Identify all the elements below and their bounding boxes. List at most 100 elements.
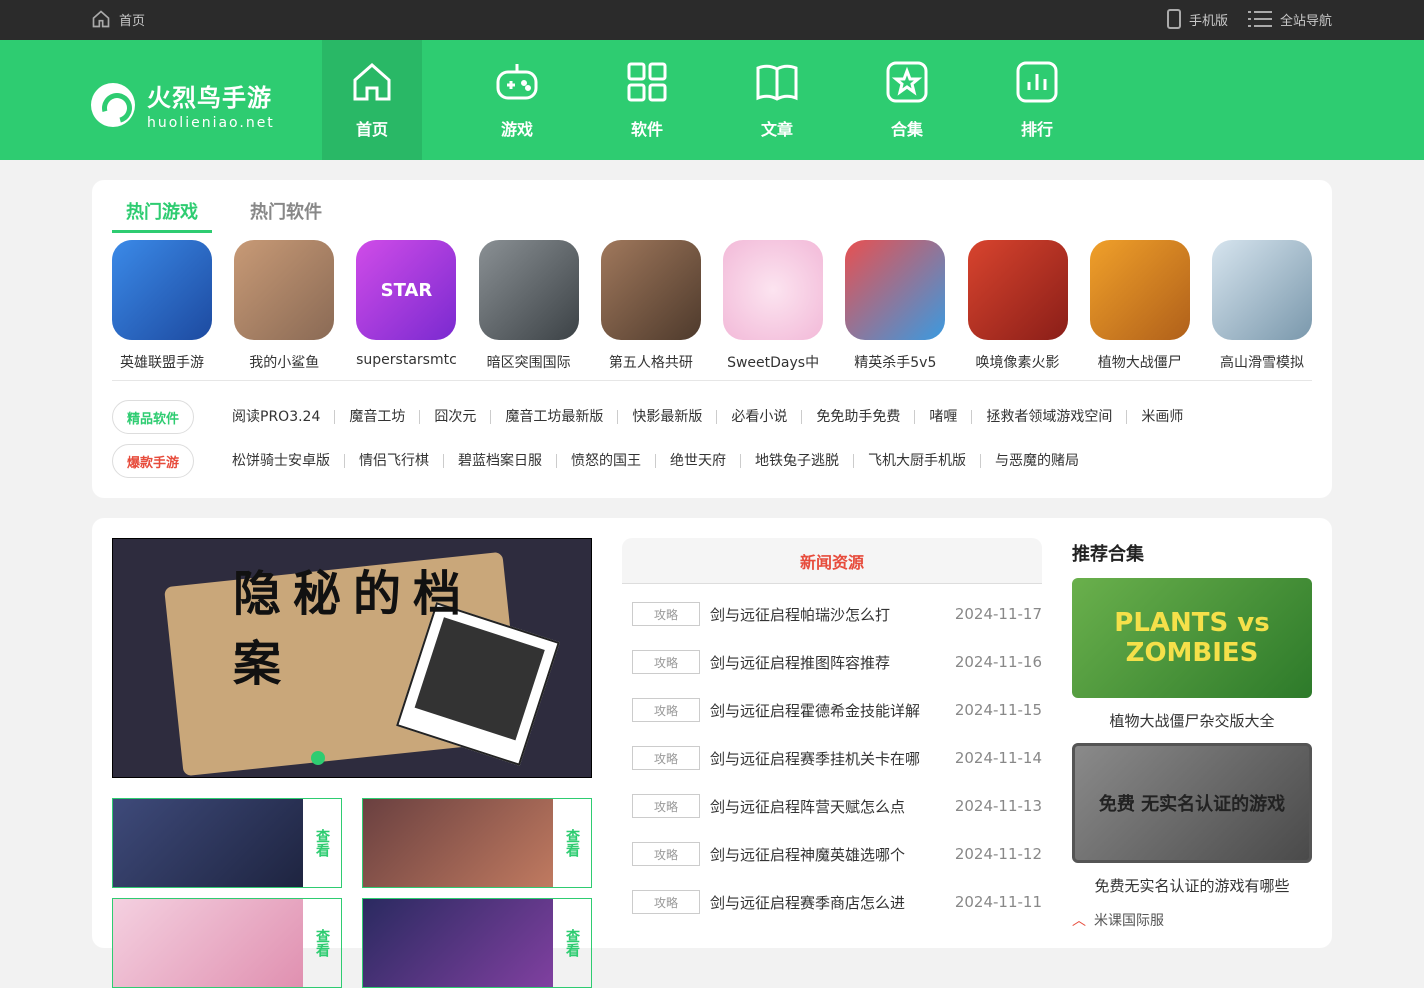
game-icon: [1211, 240, 1312, 340]
news-item[interactable]: 攻略 剑与远征启程霍德希金技能详解 2024-11-15: [622, 686, 1042, 734]
news-item[interactable]: 攻略 剑与远征启程推图阵容推荐 2024-11-16: [622, 638, 1042, 686]
collection-image[interactable]: 免费 无实名认证的游戏: [1072, 743, 1312, 863]
news-title-link[interactable]: 剑与远征启程赛季挂机关卡在哪: [710, 748, 955, 769]
tag-label: 精品软件: [112, 400, 194, 434]
quick-link[interactable]: 阅读PRO3.24: [218, 410, 336, 424]
tag-row-games: 爆款手游 松饼骑士安卓版 情侣飞行棋 碧蓝档案日服 愤怒的国王 绝世天府 地铁兔…: [112, 444, 1093, 478]
nav-label: 软件: [630, 120, 663, 139]
divider: [112, 380, 1312, 381]
nav-collections[interactable]: 合集: [842, 40, 972, 160]
quick-link[interactable]: 米画师: [1127, 410, 1197, 424]
hot-section: 热门游戏 热门软件 英雄联盟手游 我的小鲨鱼 STAR superstarsmtc…: [92, 180, 1332, 498]
news-title-link[interactable]: 剑与远征启程霍德希金技能详解: [710, 700, 955, 721]
category-badge: 攻略: [632, 890, 700, 914]
news-title-link[interactable]: 剑与远征启程阵营天赋怎么点: [710, 796, 955, 817]
nav-software[interactable]: 软件: [582, 40, 712, 160]
game-item[interactable]: 高山滑雪模拟: [1211, 240, 1312, 372]
game-item[interactable]: 第五人格共研: [600, 240, 701, 372]
home-icon: [92, 10, 110, 28]
quick-link[interactable]: 啫喱: [915, 410, 973, 424]
quick-link[interactable]: 魔音工坊最新版: [491, 410, 619, 424]
game-item[interactable]: STAR superstarsmtc: [356, 240, 457, 372]
featured-banner[interactable]: 隐秘的档案: [112, 538, 592, 778]
news-item[interactable]: 攻略 剑与远征启程帕瑞沙怎么打 2024-11-17: [622, 590, 1042, 638]
game-name: 植物大战僵尸: [1097, 355, 1182, 371]
thumb-card[interactable]: 查看: [112, 798, 342, 888]
game-item[interactable]: 精英杀手5v5: [845, 240, 946, 372]
quick-link[interactable]: 情侣飞行棋: [345, 454, 444, 468]
game-item[interactable]: 暗区突围国际: [478, 240, 579, 372]
quick-link[interactable]: 快影最新版: [618, 410, 718, 424]
quick-link[interactable]: 碧蓝档案日服: [444, 454, 557, 468]
news-date: 2024-11-13: [954, 797, 1042, 815]
nav-articles[interactable]: 文章: [712, 40, 842, 160]
quick-link[interactable]: 绝世天府: [656, 454, 741, 468]
game-list: 英雄联盟手游 我的小鲨鱼 STAR superstarsmtc 暗区突围国际 第五…: [112, 240, 1312, 372]
view-button[interactable]: 查看: [553, 899, 591, 987]
quick-link[interactable]: 与恶魔的赌局: [981, 454, 1093, 468]
quick-link[interactable]: 愤怒的国王: [557, 454, 656, 468]
quick-link[interactable]: 飞机大厨手机版: [854, 454, 981, 468]
nav-ranking[interactable]: 排行: [972, 40, 1102, 160]
quick-link[interactable]: 免免助手免费: [802, 410, 916, 424]
game-item[interactable]: 英雄联盟手游: [112, 240, 212, 372]
nav-label: 游戏: [500, 120, 533, 139]
tag-label: 爆款手游: [112, 444, 194, 478]
news-item[interactable]: 攻略 剑与远征启程赛季商店怎么进 2024-11-11: [622, 878, 1042, 926]
view-button[interactable]: 查看: [303, 899, 341, 987]
category-badge: 攻略: [632, 650, 700, 674]
collection-caption[interactable]: 植物大战僵尸杂交版大全: [1072, 710, 1312, 731]
site-logo[interactable]: 火烈鸟手游 huolieniao.net: [91, 78, 275, 131]
thumb-image: [363, 799, 553, 887]
game-item[interactable]: 植物大战僵尸: [1089, 240, 1190, 372]
quick-link[interactable]: 魔音工坊: [335, 410, 421, 424]
gamepad-icon: [496, 64, 538, 100]
news-date: 2024-11-17: [954, 605, 1042, 623]
thumb-card[interactable]: 查看: [362, 798, 592, 888]
thumb-card[interactable]: 查看: [112, 898, 342, 988]
tab-hot-software[interactable]: 热门软件: [236, 198, 336, 233]
sitenav-label: 全站导航: [1279, 13, 1332, 29]
nav-games[interactable]: 游戏: [452, 40, 582, 160]
news-title-link[interactable]: 剑与远征启程推图阵容推荐: [710, 652, 955, 673]
news-title-link[interactable]: 剑与远征启程神魔英雄选哪个: [710, 844, 955, 865]
recommend-panel: 推荐合集 PLANTS vs ZOMBIES 植物大战僵尸杂交版大全 免费 无实…: [1072, 540, 1312, 930]
tag-row-software: 精品软件 阅读PRO3.24 魔音工坊 囧次元 魔音工坊最新版 快影最新版 必看…: [112, 400, 1197, 434]
news-panel: 新闻资源 攻略 剑与远征启程帕瑞沙怎么打 2024-11-17 攻略 剑与远征启程推图…: [622, 538, 1042, 926]
quick-link[interactable]: 拯救者领域游戏空间: [972, 410, 1128, 424]
thumb-card[interactable]: 查看: [362, 898, 592, 988]
category-badge: 攻略: [632, 602, 700, 626]
nav-label: 合集: [890, 120, 923, 139]
menu-icon: [1247, 11, 1272, 27]
thumb-image: [113, 799, 303, 887]
view-button[interactable]: 查看: [303, 799, 341, 887]
quick-link[interactable]: 地铁兔子逃脱: [741, 454, 854, 468]
view-button[interactable]: 查看: [553, 799, 591, 887]
home-link[interactable]: 首页: [91, 9, 145, 29]
nav-label: 文章: [760, 120, 793, 139]
collection-caption[interactable]: 免费无实名认证的游戏有哪些: [1072, 875, 1312, 896]
news-item[interactable]: 攻略 剑与远征启程神魔英雄选哪个 2024-11-12: [622, 830, 1042, 878]
quick-link[interactable]: 松饼骑士安卓版: [218, 454, 345, 468]
news-title-link[interactable]: 剑与远征启程帕瑞沙怎么打: [710, 604, 955, 625]
thumb-image: [113, 899, 303, 987]
sitenav-link[interactable]: 全站导航: [1247, 9, 1332, 29]
quick-link[interactable]: 必看小说: [717, 410, 803, 424]
collection-image[interactable]: PLANTS vs ZOMBIES: [1072, 578, 1312, 698]
game-item[interactable]: SweetDays中: [723, 240, 824, 372]
news-item[interactable]: 攻略 剑与远征启程赛季挂机关卡在哪 2024-11-14: [622, 734, 1042, 782]
tab-hot-games[interactable]: 热门游戏: [112, 198, 212, 233]
mobile-label: 手机版: [1188, 13, 1228, 29]
game-name: 高山滑雪模拟: [1219, 355, 1304, 371]
game-name: 暗区突围国际: [486, 355, 571, 371]
news-item[interactable]: 攻略 剑与远征启程阵营天赋怎么点 2024-11-13: [622, 782, 1042, 830]
game-item[interactable]: 我的小鲨鱼: [234, 240, 335, 372]
game-item[interactable]: 唤境像素火影: [967, 240, 1068, 372]
carousel-dot[interactable]: [311, 751, 325, 765]
news-title-link[interactable]: 剑与远征启程赛季商店怎么进: [710, 892, 955, 913]
mobile-link[interactable]: 手机版: [1166, 9, 1228, 29]
quick-link[interactable]: 囧次元: [420, 410, 492, 424]
collection-more[interactable]: ︿ 米课国际服: [1072, 910, 1312, 930]
nav-home[interactable]: 首页: [322, 40, 422, 160]
news-date: 2024-11-14: [954, 749, 1042, 767]
